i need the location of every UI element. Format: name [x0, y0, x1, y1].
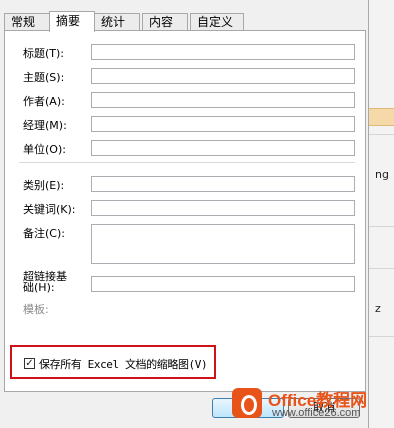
tab-statistics[interactable]: 统计: [94, 13, 140, 31]
office-logo-icon: [232, 388, 262, 418]
company-label: 单位(O):: [23, 143, 66, 156]
author-label: 作者(A):: [23, 95, 65, 108]
subject-label: 主题(S):: [23, 71, 65, 84]
comments-label: 备注(C):: [23, 227, 65, 240]
site-watermark: Office教程网 www.office26.com: [226, 382, 394, 428]
tab-custom[interactable]: 自定义: [190, 13, 244, 31]
tab-contents[interactable]: 内容: [142, 13, 188, 31]
comments-field[interactable]: [91, 224, 355, 264]
category-label: 类别(E):: [23, 179, 65, 192]
background-selected-band: [369, 108, 394, 126]
subject-field[interactable]: [91, 68, 355, 84]
background-text-fragment: z: [375, 302, 381, 315]
template-label: 模板:: [23, 303, 49, 316]
keywords-label: 关键词(K):: [23, 203, 76, 216]
background-text-fragment: ng: [375, 168, 389, 181]
manager-label: 经理(M):: [23, 119, 67, 132]
tab-general[interactable]: 常规: [4, 13, 50, 31]
tab-summary[interactable]: 摘要: [49, 11, 95, 32]
thumbnail-option-highlight: ✓ 保存所有 Excel 文档的缩略图(V): [10, 345, 216, 379]
watermark-url: www.office26.com: [272, 407, 361, 419]
summary-panel: 标题(T): 主题(S): 作者(A): 经理(M): 单位(O): 类别(E)…: [4, 30, 366, 392]
hyperlink-base-field[interactable]: [91, 276, 355, 292]
properties-dialog: 常规 摘要 统计 内容 自定义 标题(T): 主题(S): 作者(A): 经理(…: [0, 0, 369, 428]
title-label: 标题(T):: [23, 47, 65, 60]
save-thumbnail-checkbox[interactable]: ✓: [24, 358, 35, 369]
background-window: ng z: [368, 0, 394, 428]
background-divider: [369, 134, 394, 135]
hyperlink-base-label: 超链接基础(H):: [23, 270, 67, 294]
save-thumbnail-label[interactable]: 保存所有 Excel 文档的缩略图(V): [39, 356, 208, 372]
manager-field[interactable]: [91, 116, 355, 132]
separator: [19, 162, 355, 163]
author-field[interactable]: [91, 92, 355, 108]
keywords-field[interactable]: [91, 200, 355, 216]
category-field[interactable]: [91, 176, 355, 192]
title-field[interactable]: [91, 44, 355, 60]
company-field[interactable]: [91, 140, 355, 156]
background-divider: [369, 226, 394, 227]
background-divider: [369, 336, 394, 337]
background-divider: [369, 268, 394, 269]
